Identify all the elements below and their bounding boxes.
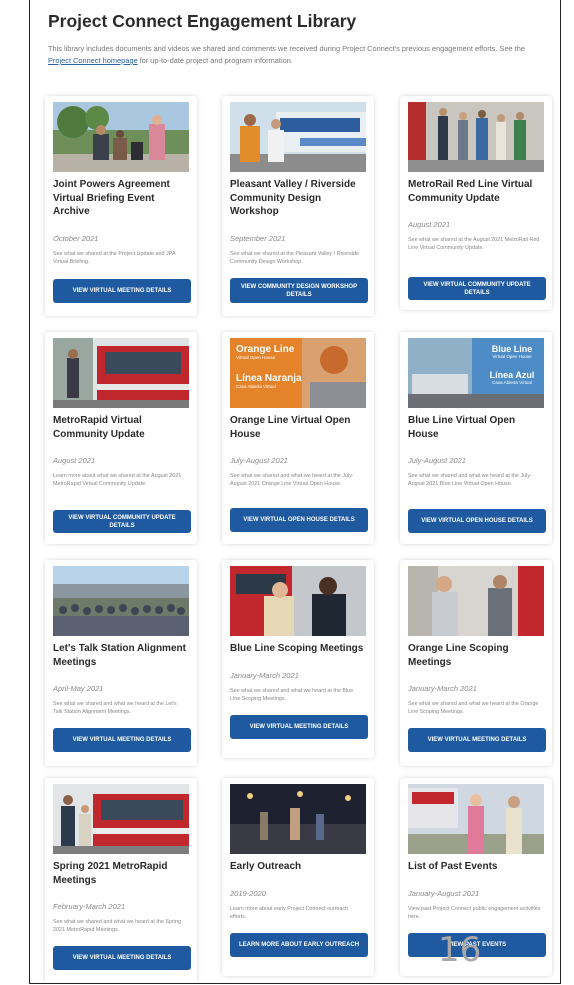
event-title: MetroRail Red Line Virtual Community Upd… — [408, 179, 533, 204]
event-card: Blue Line Virtual Open House Línea Azul … — [400, 332, 552, 544]
view-virtual-meeting-details-button[interactable]: VIEW VIRTUAL MEETING DETAILS — [53, 946, 191, 970]
event-card: Let's Talk Station Alignment Meetings Ap… — [45, 560, 197, 766]
banner-line-1-sub: Virtual Open House — [236, 355, 276, 360]
people-near-bus-photo — [230, 102, 366, 172]
intro-paragraph: This library includes documents and vide… — [48, 43, 548, 67]
event-description: See what we shared and what we heard at … — [53, 701, 177, 715]
page-number: 16 — [438, 930, 482, 970]
event-card: Spring 2021 MetroRapid Meetings February… — [45, 778, 197, 983]
view-community-design-workshop-details-button[interactable]: VIEW COMMUNITY DESIGN WORKSHOP DETAILS — [230, 278, 368, 303]
event-description: See what we shared and what we heard at … — [230, 473, 354, 487]
event-card: Joint Powers Agreement Virtual Briefing … — [45, 96, 197, 316]
event-image: Blue Line Virtual Open House Línea Azul … — [408, 338, 544, 408]
event-image — [230, 566, 366, 636]
event-card: Blue Line Scoping Meetings January-March… — [222, 560, 374, 758]
event-date: September 2021 — [230, 234, 286, 243]
orange-line-banner: Orange Line Virtual Open House Línea Nar… — [236, 344, 302, 390]
event-description: See what we shared and what we heard at … — [408, 701, 539, 715]
event-title: Pleasant Valley / Riverside Community De… — [230, 179, 356, 217]
booth-with-people-photo — [408, 784, 544, 854]
two-men-talking-photo — [230, 566, 366, 636]
metrorapid-bus-photo — [53, 784, 189, 854]
metrorapid-bus-photo — [53, 338, 189, 408]
passengers-on-bus-photo — [408, 566, 544, 636]
event-description: View past Project Connect public engagem… — [408, 906, 541, 920]
event-card: Early Outreach 2019-2020 Learn more abou… — [222, 778, 374, 976]
event-description: See what we shared at the Pleasant Valle… — [230, 251, 360, 265]
event-title: Let's Talk Station Alignment Meetings — [53, 643, 186, 668]
people-at-bus-stop-photo — [53, 102, 189, 172]
intro-text: This library includes documents and vide… — [48, 44, 525, 53]
event-image — [53, 784, 189, 854]
banner-line-2: Línea Azul — [489, 370, 535, 380]
banner-line-2-sub: Casa Abierta Virtual — [492, 380, 532, 385]
event-title: Blue Line Scoping Meetings — [230, 643, 364, 654]
event-description: See what we shared and what we heard at … — [408, 473, 532, 487]
event-date: October 2021 — [53, 234, 99, 243]
event-date: April-May 2021 — [53, 684, 104, 693]
event-date: 2019-2020 — [230, 889, 266, 898]
event-image — [53, 338, 189, 408]
event-card: MetroRail Red Line Virtual Community Upd… — [400, 96, 552, 310]
view-virtual-meeting-details-button[interactable]: VIEW VIRTUAL MEETING DETAILS — [53, 728, 191, 752]
crowd-at-station-photo — [53, 566, 189, 636]
banner-line-1-sub: Virtual Open House — [492, 354, 532, 359]
event-description: See what we shared at the Project Update… — [53, 251, 176, 265]
event-title: Blue Line Virtual Open House — [408, 415, 516, 440]
event-description: Learn more about what we shared at the A… — [53, 473, 182, 487]
event-date: July-August 2021 — [408, 456, 466, 465]
night-street-photo — [230, 784, 366, 854]
event-title: MetroRapid Virtual Community Update — [53, 415, 145, 440]
event-title: List of Past Events — [408, 861, 498, 872]
intro-text-end: for up-to-date project and program infor… — [137, 56, 293, 65]
event-card: Orange Line Virtual Open House Línea Nar… — [222, 332, 374, 544]
event-image — [230, 102, 366, 172]
event-image — [53, 102, 189, 172]
view-virtual-meeting-details-button[interactable]: VIEW VIRTUAL MEETING DETAILS — [53, 279, 191, 303]
learn-more-about-early-outreach-button[interactable]: LEARN MORE ABOUT EARLY OUTREACH — [230, 933, 368, 957]
view-virtual-community-update-details-button[interactable]: VIEW VIRTUAL COMMUNITY UPDATE DETAILS — [53, 510, 191, 533]
event-title: Orange Line Scoping Meetings — [408, 643, 509, 668]
event-date: July-August 2021 — [230, 456, 288, 465]
event-title: Early Outreach — [230, 861, 302, 872]
view-virtual-open-house-details-button[interactable]: VIEW VIRTUAL OPEN HOUSE DETAILS — [230, 508, 368, 532]
event-description: See what we shared and what we heard at … — [53, 919, 181, 933]
event-image: Orange Line Virtual Open House Línea Nar… — [230, 338, 366, 408]
event-date: January-August 2021 — [408, 889, 480, 898]
event-description: Learn more about early Project Connect o… — [230, 906, 349, 920]
event-image — [408, 566, 544, 636]
event-title: Joint Powers Agreement Virtual Briefing … — [53, 179, 170, 217]
train-platform-photo — [408, 102, 544, 172]
banner-line-1: Orange Line — [236, 344, 295, 355]
event-description: See what we shared and what we heard at … — [230, 688, 354, 702]
event-date: February-March 2021 — [53, 902, 126, 911]
event-date: August 2021 — [53, 456, 96, 465]
view-virtual-community-update-details-button[interactable]: VIEW VIRTUAL COMMUNITY UPDATE DETAILS — [408, 277, 546, 300]
event-card: Orange Line Scoping Meetings January-Mar… — [400, 560, 552, 766]
event-image — [53, 566, 189, 636]
engagement-library-page: Project Connect Engagement Library This … — [29, 0, 561, 984]
view-virtual-meeting-details-button[interactable]: VIEW VIRTUAL MEETING DETAILS — [408, 728, 546, 752]
event-image — [230, 784, 366, 854]
banner-line-1: Blue Line — [491, 344, 533, 354]
event-image — [408, 102, 544, 172]
banner-line-2-sub: Casa Abierta Virtual — [236, 384, 276, 389]
event-image — [408, 784, 544, 854]
event-card: Pleasant Valley / Riverside Community De… — [222, 96, 374, 316]
event-date: January-March 2021 — [408, 684, 477, 693]
event-description: See what we shared at the August 2021 Me… — [408, 237, 540, 251]
event-card: MetroRapid Virtual Community Update Augu… — [45, 332, 197, 544]
event-date: January-March 2021 — [230, 671, 299, 680]
event-title: Spring 2021 MetroRapid Meetings — [53, 861, 168, 886]
event-date: August 2021 — [408, 220, 451, 229]
banner-line-2: Línea Naranja — [236, 373, 302, 384]
view-virtual-meeting-details-button[interactable]: VIEW VIRTUAL MEETING DETAILS — [230, 715, 368, 739]
blue-line-banner: Blue Line Virtual Open House Línea Azul … — [484, 344, 540, 386]
page-title: Project Connect Engagement Library — [48, 11, 357, 31]
homepage-link[interactable]: Project Connect homepage — [48, 56, 138, 65]
event-title: Orange Line Virtual Open House — [230, 415, 351, 440]
view-virtual-open-house-details-button[interactable]: VIEW VIRTUAL OPEN HOUSE DETAILS — [408, 509, 546, 533]
